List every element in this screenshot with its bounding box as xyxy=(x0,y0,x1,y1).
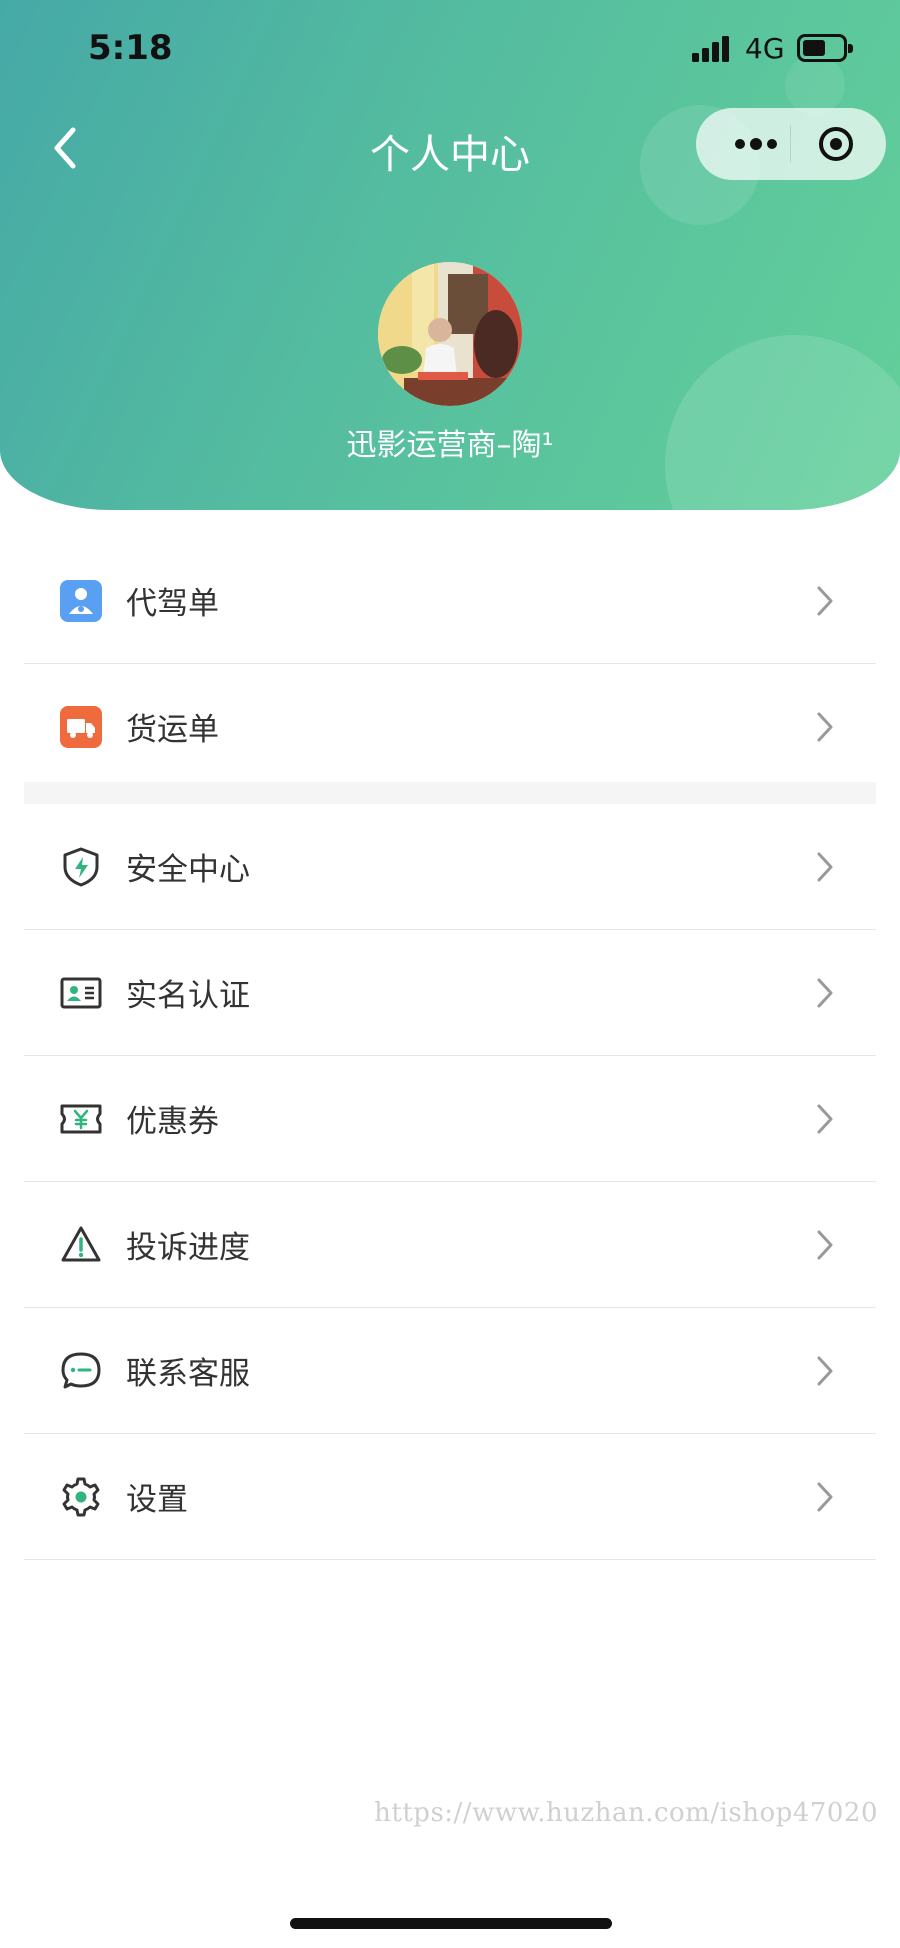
chevron-right-icon xyxy=(817,1482,833,1511)
menu-item-settings[interactable]: 设置 xyxy=(24,1434,876,1560)
menu-item-coupons[interactable]: 优惠券 xyxy=(24,1056,876,1182)
id-card-icon xyxy=(60,977,102,1008)
chevron-right-icon xyxy=(817,978,833,1007)
close-miniprogram-button[interactable] xyxy=(816,124,856,164)
chevron-right-icon xyxy=(817,712,833,741)
order-menu: 代驾单 货运单 xyxy=(24,538,876,790)
signal-icon xyxy=(692,34,736,62)
capsule-divider xyxy=(790,126,791,162)
menu-item-label: 代驾单 xyxy=(126,586,219,622)
username: 迅影运营商–陶¹ xyxy=(346,428,554,463)
menu-item-security-center[interactable]: 安全中心 xyxy=(24,804,876,930)
avatar[interactable] xyxy=(378,262,522,406)
avatar-photo xyxy=(378,262,522,406)
battery-icon xyxy=(797,34,853,62)
menu-item-complaint-progress[interactable]: 投诉进度 xyxy=(24,1182,876,1308)
menu-item-freight-orders[interactable]: 货运单 xyxy=(24,664,876,790)
menu-item-label: 投诉进度 xyxy=(126,1230,250,1266)
menu-item-label: 联系客服 xyxy=(126,1356,250,1392)
menu-item-designated-driver-orders[interactable]: 代驾单 xyxy=(24,538,876,664)
status-bar: 5:18 4G xyxy=(0,0,900,100)
shield-lightning-icon xyxy=(63,847,99,886)
chevron-right-icon xyxy=(817,1104,833,1133)
menu-item-label: 优惠券 xyxy=(126,1104,219,1140)
menu-item-label: 安全中心 xyxy=(126,852,250,888)
coupon-yen-icon xyxy=(60,1104,102,1133)
freight-truck-icon xyxy=(60,705,102,748)
chevron-right-icon xyxy=(817,1356,833,1385)
chevron-right-icon xyxy=(817,852,833,881)
menu-item-label: 实名认证 xyxy=(126,978,250,1014)
profile-header: 5:18 4G 个人中心 迅影运营商–陶¹ xyxy=(0,0,900,510)
more-button[interactable] xyxy=(726,132,786,156)
chevron-right-icon xyxy=(817,586,833,615)
menu-item-label: 设置 xyxy=(126,1482,188,1518)
menu-item-real-name-verification[interactable]: 实名认证 xyxy=(24,930,876,1056)
service-menu: 安全中心 实名认证 优惠券 投诉进度 联系客服 设置 xyxy=(24,804,876,1560)
gear-icon xyxy=(62,1477,100,1516)
section-divider xyxy=(24,782,876,804)
mini-program-capsule xyxy=(696,108,886,180)
network-type: 4G xyxy=(745,32,785,65)
more-dots-icon xyxy=(735,138,777,150)
target-icon xyxy=(819,127,853,161)
chevron-right-icon xyxy=(817,1230,833,1259)
home-indicator[interactable] xyxy=(290,1918,612,1929)
watermark-text: https://www.huzhan.com/ishop47020 xyxy=(374,1798,878,1828)
menu-item-contact-support[interactable]: 联系客服 xyxy=(24,1308,876,1434)
warning-triangle-icon xyxy=(61,1226,101,1261)
menu-item-label: 货运单 xyxy=(126,712,219,748)
chat-bubble-icon xyxy=(61,1352,101,1388)
status-time: 5:18 xyxy=(88,28,173,68)
designated-driver-icon xyxy=(60,579,102,622)
